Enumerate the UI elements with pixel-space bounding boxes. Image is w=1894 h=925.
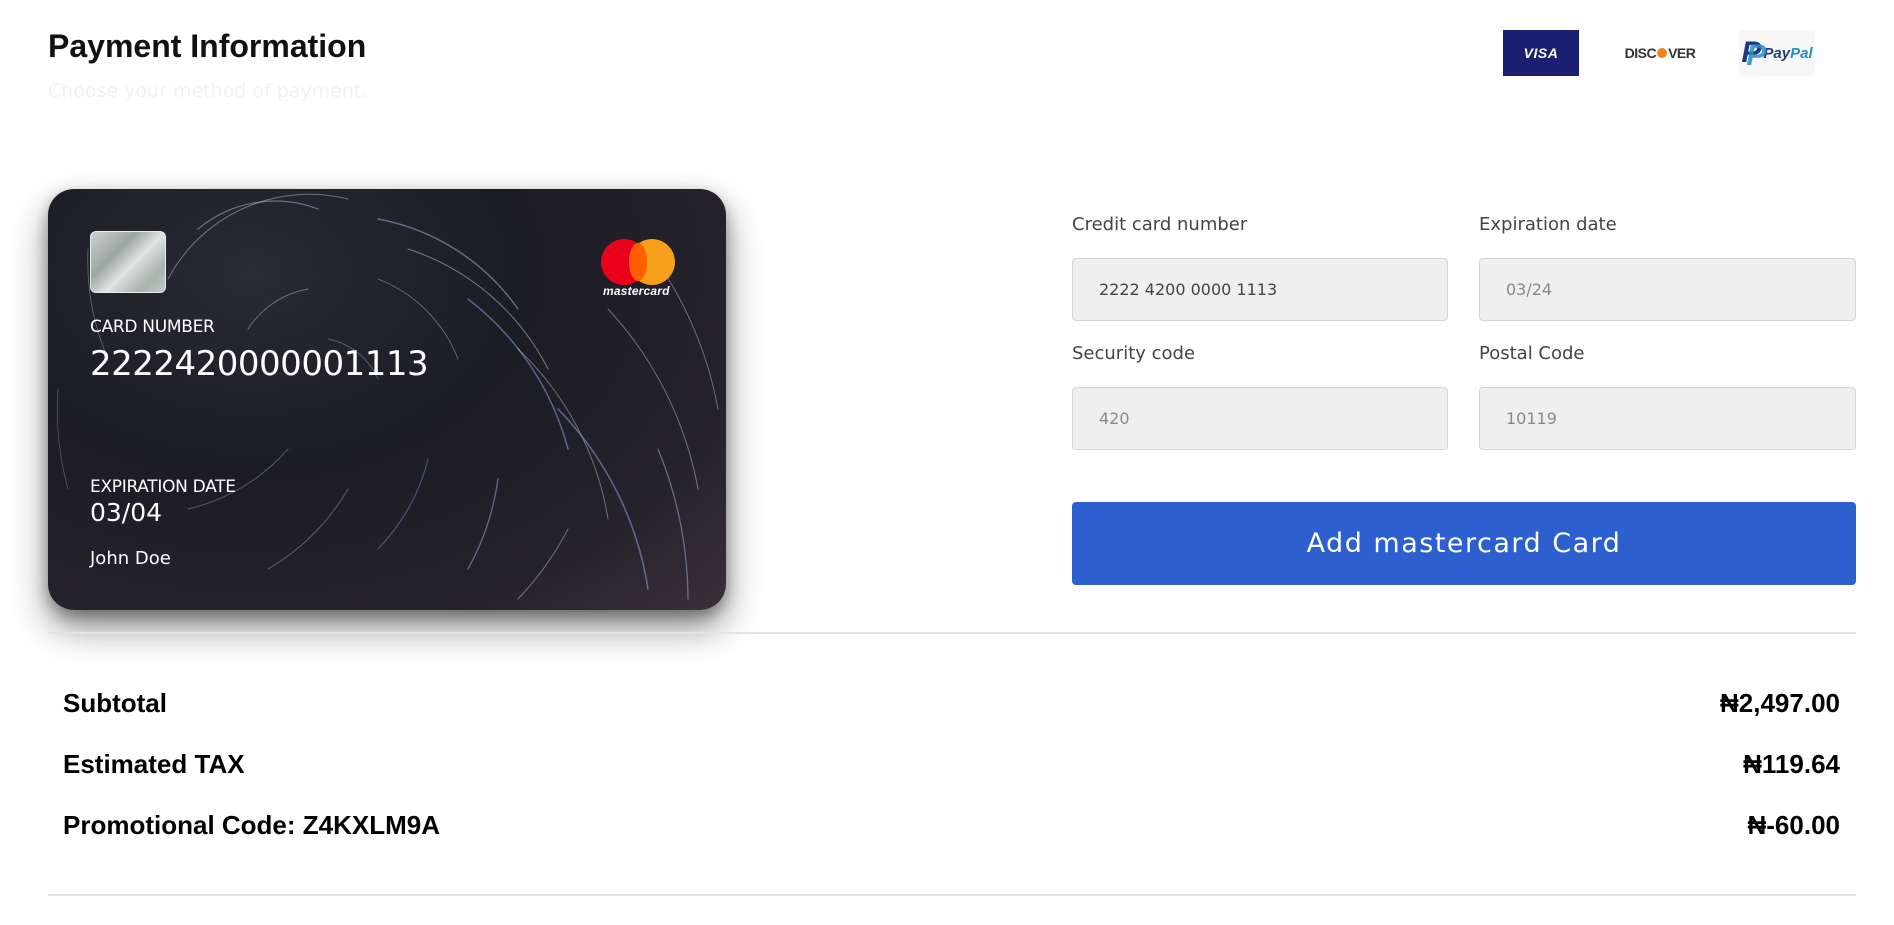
card-number-label: CARD NUMBER <box>90 317 215 337</box>
postal-code-field-label: Postal Code <box>1479 343 1585 364</box>
postal-code-field[interactable] <box>1479 387 1856 450</box>
page-title: Payment Information <box>48 28 367 64</box>
security-code-field[interactable] <box>1072 387 1448 450</box>
discover-logo[interactable]: DISC VER <box>1615 30 1705 76</box>
summary-promo-label: Promotional Code: Z4KXLM9A <box>63 810 441 840</box>
summary-subtotal-label: Subtotal <box>63 688 167 718</box>
expiration-date-field-label: Expiration date <box>1479 214 1617 235</box>
paypal-p-icon: PP <box>1741 36 1767 72</box>
mastercard-wordmark: mastercard <box>603 284 670 298</box>
card-number-field[interactable] <box>1072 258 1448 321</box>
paypal-wordmark: PayPal <box>1763 45 1812 62</box>
mastercard-logo-icon: mastercard <box>601 239 675 299</box>
card-number: 2222420000001113 <box>90 344 429 384</box>
credit-card-preview: mastercard CARD NUMBER 2222420000001113 … <box>48 189 726 610</box>
visa-logo-text: VISA <box>1523 45 1559 61</box>
visa-logo[interactable]: VISA <box>1503 30 1579 76</box>
payment-logos: VISA DISC VER PP PayPal <box>1503 30 1815 76</box>
card-chip-icon <box>90 231 166 293</box>
card-expiration: 03/04 <box>90 498 163 527</box>
mastercard-overlap <box>629 243 647 281</box>
expiration-date-field[interactable] <box>1479 258 1856 321</box>
security-code-field-label: Security code <box>1072 343 1196 364</box>
summary-tax-value: ₦119.64 <box>1743 749 1840 779</box>
summary-top-divider <box>48 632 1856 634</box>
paypal-logo[interactable]: PP PayPal <box>1739 30 1815 76</box>
discover-logo-text-end: VER <box>1668 45 1696 61</box>
add-card-button[interactable]: Add mastercard Card <box>1072 502 1856 585</box>
discover-logo-text-start: DISC <box>1624 45 1657 61</box>
summary-subtotal-value: ₦2,497.00 <box>1720 688 1840 718</box>
paypal-wordmark-pay: Pay <box>1763 44 1791 62</box>
card-number-field-label: Credit card number <box>1072 214 1248 235</box>
card-expiration-label: EXPIRATION DATE <box>90 477 236 497</box>
paypal-wordmark-pal: Pal <box>1790 44 1813 62</box>
card-holder-name: John Doe <box>90 548 171 569</box>
summary-bottom-divider <box>48 894 1856 896</box>
summary-tax-label: Estimated TAX <box>63 749 245 779</box>
summary-promo-value: ₦-60.00 <box>1747 810 1841 840</box>
page-subtitle: Choose your method of payment. <box>48 80 368 102</box>
discover-dot-icon <box>1657 48 1668 58</box>
